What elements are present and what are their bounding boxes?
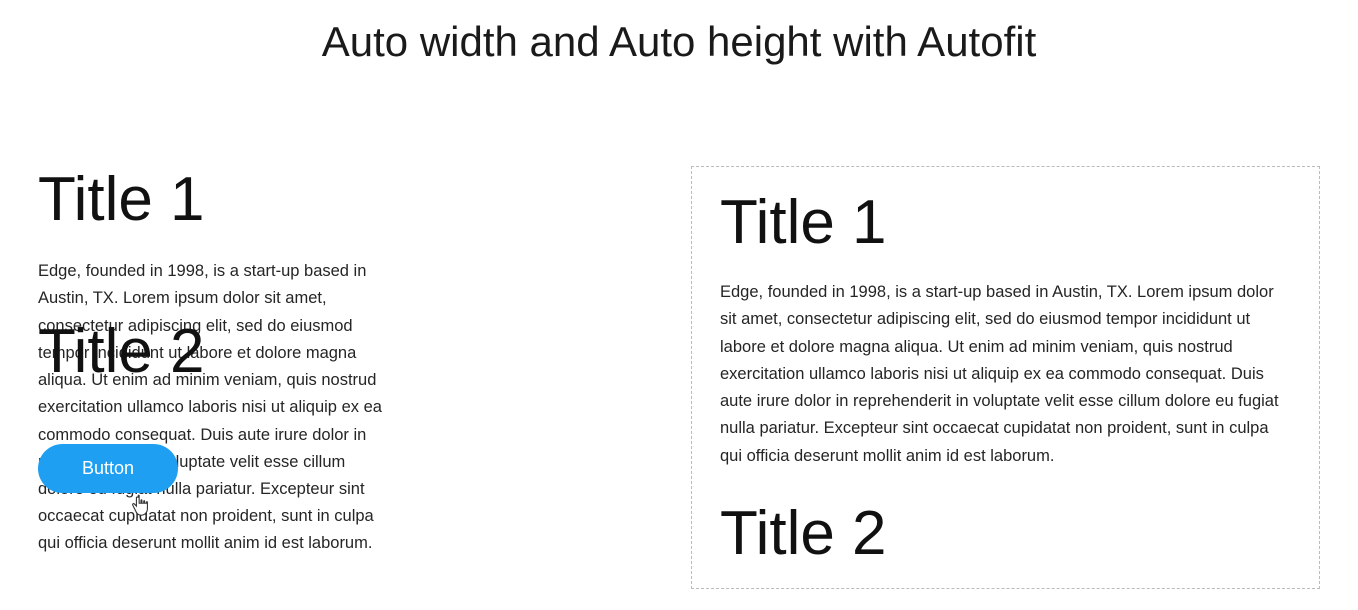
left-title-2: Title 2 bbox=[38, 321, 205, 383]
right-box: Title 1 Edge, founded in 1998, is a star… bbox=[691, 166, 1320, 589]
left-body-text: Edge, founded in 1998, is a start-up bas… bbox=[38, 258, 388, 557]
left-title-1: Title 1 bbox=[38, 166, 379, 234]
columns-container: Title 1 Edge, founded in 1998, is a star… bbox=[0, 166, 1358, 589]
right-title-1: Title 1 bbox=[720, 189, 1291, 257]
left-column: Title 1 Edge, founded in 1998, is a star… bbox=[38, 166, 679, 589]
right-body-text: Edge, founded in 1998, is a start-up bas… bbox=[720, 279, 1291, 470]
page-title: Auto width and Auto height with Autofit bbox=[0, 0, 1358, 66]
demo-button[interactable]: Button bbox=[38, 444, 178, 493]
right-title-2: Title 2 bbox=[720, 500, 1291, 568]
right-column: Title 1 Edge, founded in 1998, is a star… bbox=[679, 166, 1320, 589]
